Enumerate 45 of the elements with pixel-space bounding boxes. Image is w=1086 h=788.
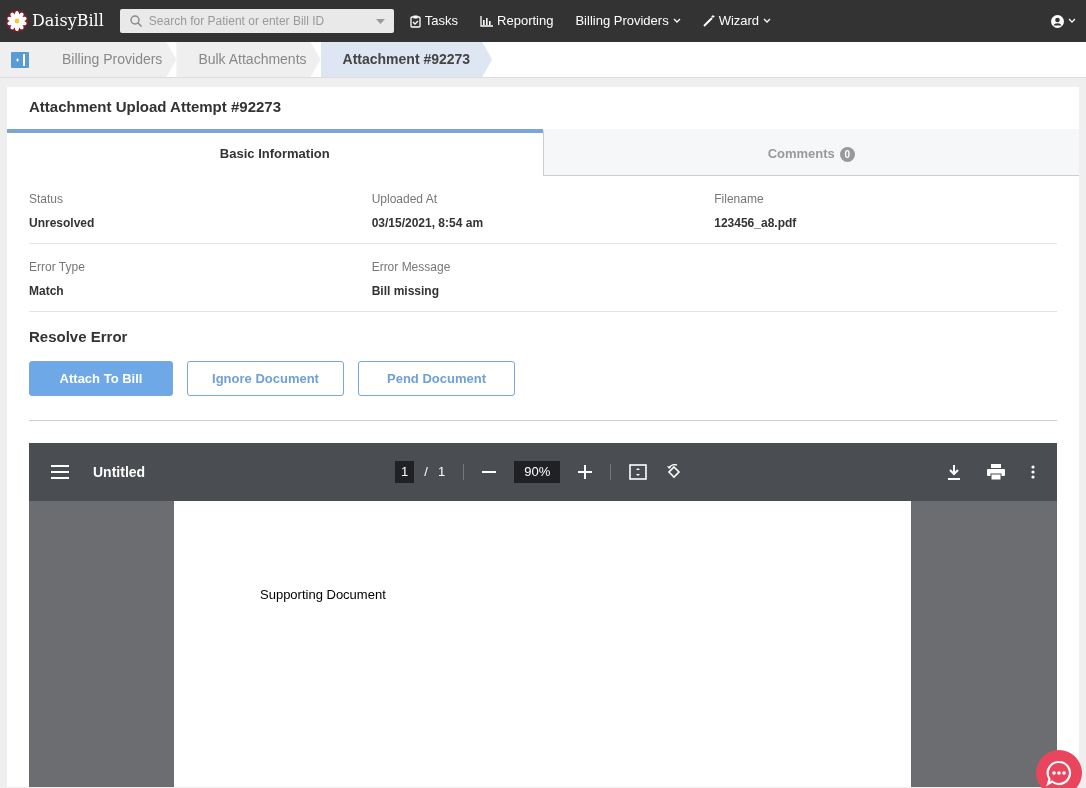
search-icon: [129, 15, 142, 27]
document-title: Untitled: [93, 462, 146, 482]
count-badge: 0: [839, 146, 855, 162]
field-value: Match: [29, 283, 65, 300]
chevron-down-icon: [672, 18, 681, 24]
zoom-in-icon[interactable]: [578, 465, 593, 479]
chat-bubble-icon: [1045, 759, 1073, 787]
field-label: Error Message: [371, 259, 452, 276]
field-label: Error Type: [29, 259, 86, 276]
nav-menu-item[interactable]: Tasks: [409, 11, 459, 31]
field-value: Bill missing: [371, 283, 440, 300]
chevron-down-icon: [763, 18, 772, 24]
field-value: 03/15/2021, 8:54 am: [371, 215, 485, 232]
more-options-icon[interactable]: [1031, 465, 1035, 479]
binder-icon[interactable]: [11, 51, 29, 68]
fit-page-icon[interactable]: [629, 464, 648, 480]
magic-wand-icon: [702, 15, 715, 27]
section-heading: Resolve Error: [29, 327, 129, 347]
bar-chart-icon: [480, 15, 494, 27]
search-field[interactable]: Search for Patient or enter Bill ID: [119, 9, 394, 33]
page-separator: /: [424, 463, 428, 482]
field-label: Status: [29, 191, 65, 208]
field-value: Unresolved: [29, 215, 96, 232]
breadcrumb-link[interactable]: Attachment #92273: [320, 42, 493, 77]
menu-icon[interactable]: [51, 465, 69, 479]
page-number-field[interactable]: 1: [395, 461, 415, 483]
nav-menu-item[interactable]: Wizard: [702, 11, 772, 31]
nav-menu-item[interactable]: Billing Providers: [575, 11, 681, 31]
field-value: 123456_a8.pdf: [714, 215, 798, 232]
field-label: Filename: [714, 191, 765, 208]
zoom-field[interactable]: 90%: [514, 461, 561, 483]
field-label: Uploaded At: [371, 191, 438, 208]
card-title: Attachment Upload Attempt #92273: [28, 97, 282, 117]
user-avatar-icon: [1051, 14, 1064, 28]
chevron-down-icon: [1068, 18, 1076, 24]
user-menu[interactable]: [1051, 14, 1076, 28]
page-total: 1: [437, 463, 446, 482]
brand-name[interactable]: DaisyBill: [32, 9, 104, 33]
daisy-logo-icon: [6, 10, 28, 32]
nav-menu-item[interactable]: Reporting: [480, 11, 554, 31]
print-icon[interactable]: [987, 464, 1005, 480]
download-icon[interactable]: [947, 464, 961, 480]
clipboard-check-icon: [409, 14, 421, 28]
document-text: Supporting Document: [260, 587, 386, 602]
dropdown-caret-icon: [375, 19, 385, 24]
